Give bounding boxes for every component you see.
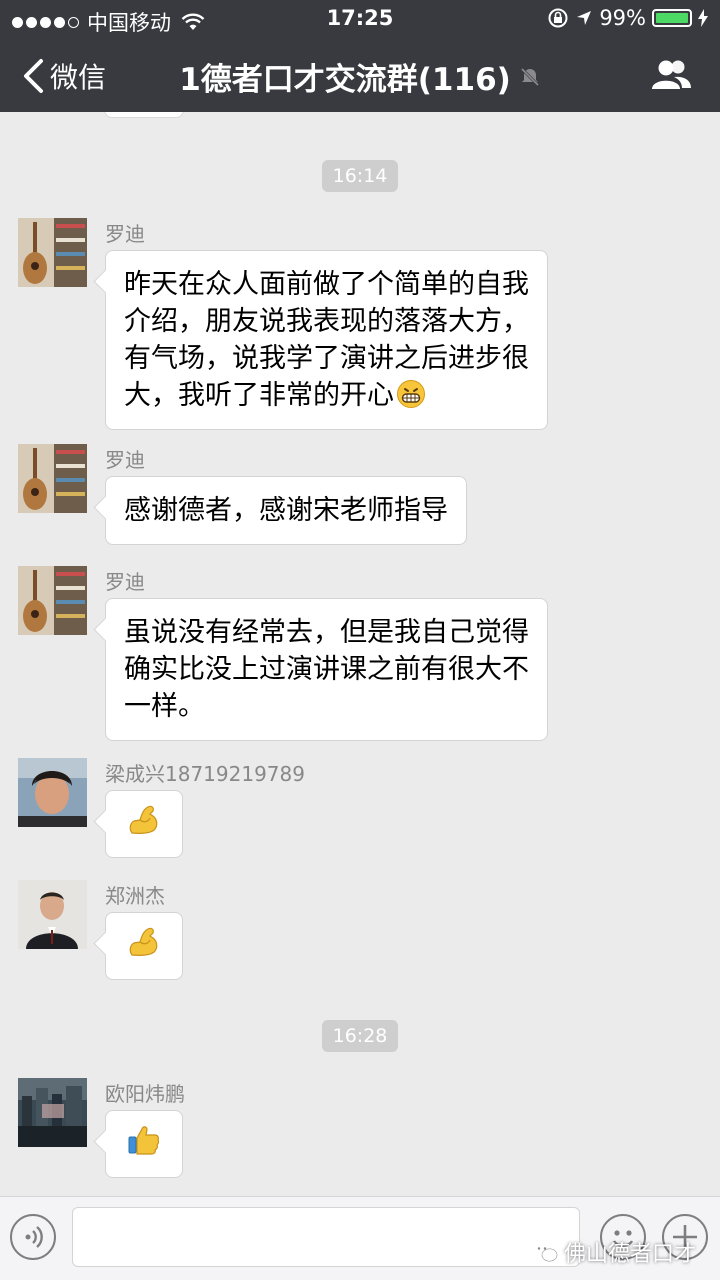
message-text: 虽说没有经常去，但是我自己觉得: [124, 617, 529, 648]
chat-title: 1德者口才交流群(116): [179, 62, 511, 98]
nav-bar: 微信 1德者口才交流群(116): [0, 38, 720, 112]
battery-fill: [656, 13, 688, 23]
charging-bolt-icon: [698, 9, 708, 27]
message-bubble[interactable]: 感谢德者，感谢宋老师指导: [105, 476, 467, 545]
avatar-guitar-image: [18, 218, 87, 287]
back-button[interactable]: 微信: [22, 56, 106, 96]
location-arrow-icon: [577, 11, 592, 25]
flexed-biceps-icon: [129, 805, 158, 834]
avatar[interactable]: [18, 566, 87, 635]
wechat-logo-icon: [532, 1242, 558, 1262]
message-bubble[interactable]: [105, 790, 183, 858]
avatar-guitar-image: [18, 566, 87, 635]
message-bubble[interactable]: [105, 912, 183, 980]
battery-icon: [652, 9, 692, 27]
sender-name: 梁成兴18719219789: [105, 762, 305, 786]
mute-bell-icon: [520, 67, 539, 86]
timestamp: 16:14: [0, 160, 720, 192]
message-text: 大，我听了非常的开心: [124, 380, 394, 411]
status-right: 99%: [547, 6, 708, 30]
chevron-left-icon: [24, 59, 43, 93]
sender-name: 欧阳炜鹏: [105, 1082, 185, 1106]
timestamp-label: 16:14: [321, 160, 399, 192]
avatar-portrait-image: [18, 758, 87, 827]
group-members-button[interactable]: [650, 58, 692, 96]
status-bar: 中国移动 17:25 99%: [0, 0, 720, 38]
avatar[interactable]: [18, 218, 87, 287]
group-members-icon: [652, 60, 691, 89]
avatar[interactable]: [18, 758, 87, 827]
watermark-text: 佛山德者口才: [563, 1242, 696, 1267]
avatar-guitar-image: [18, 444, 87, 513]
message-input[interactable]: [72, 1207, 580, 1267]
avatar[interactable]: [18, 880, 87, 949]
top-bar: 中国移动 17:25 99% 微信 1德者口才交流群(116): [0, 0, 720, 112]
avatar-portrait-image: [18, 880, 87, 949]
battery-percent: 99%: [599, 6, 646, 30]
message-line-with-emoji: 大，我听了非常的开心: [124, 377, 529, 414]
avatar[interactable]: [18, 1078, 87, 1147]
voice-button[interactable]: [10, 1214, 56, 1260]
grinning-face-icon: [397, 380, 425, 408]
sender-name: 罗迪: [105, 570, 145, 594]
watermark: 佛山德者口才: [532, 1236, 696, 1268]
voice-icon: [25, 1226, 43, 1248]
message-bubble[interactable]: [105, 1110, 183, 1178]
flexed-biceps-icon: [129, 927, 158, 956]
previous-message-bubble: [104, 112, 184, 118]
timestamp-label: 16:28: [321, 1020, 399, 1052]
avatar[interactable]: [18, 444, 87, 513]
avatar-city-image: [18, 1078, 87, 1147]
message-bubble[interactable]: 虽说没有经常去，但是我自己觉得 确实比没上过演讲课之前有很大不 一样。: [105, 598, 548, 741]
sender-name: 罗迪: [105, 448, 145, 472]
message-text: 一样。: [124, 691, 205, 722]
title-area: 1德者口才交流群(116): [150, 54, 570, 99]
chat-area[interactable]: 16:14 罗迪 昨天在众人面前做了个简单的自我 介绍，朋友说我表现的落落大方，…: [0, 112, 720, 1196]
sender-name: 郑洲杰: [105, 884, 165, 908]
back-label: 微信: [50, 61, 107, 94]
message-text: 有气场，说我学了演讲之后进步很: [124, 343, 529, 374]
timestamp: 16:28: [0, 1020, 720, 1052]
thumbs-up-icon: [128, 1126, 160, 1155]
message-bubble[interactable]: 昨天在众人面前做了个简单的自我 介绍，朋友说我表现的落落大方， 有气场，说我学了…: [105, 250, 548, 430]
message-text: 昨天在众人面前做了个简单的自我: [124, 269, 529, 300]
message-text: 感谢德者，感谢宋老师指导: [124, 495, 448, 526]
message-text: 介绍，朋友说我表现的落落大方，: [124, 306, 529, 337]
rotation-lock-icon: [548, 8, 568, 28]
message-text: 确实比没上过演讲课之前有很大不: [124, 654, 529, 685]
sender-name: 罗迪: [105, 222, 145, 246]
